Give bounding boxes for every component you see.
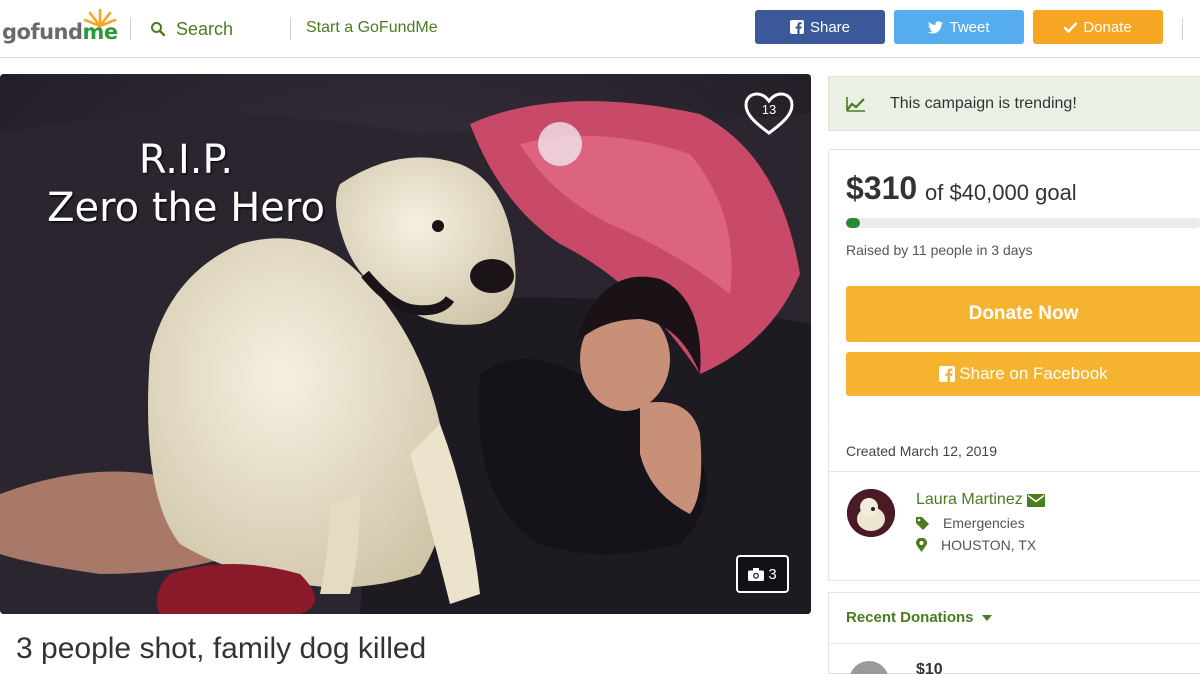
trending-text: This campaign is trending!: [890, 94, 1077, 112]
photo-gallery-button[interactable]: 3: [736, 555, 789, 593]
share-label: Share: [809, 18, 851, 36]
tweet-button[interactable]: Tweet: [894, 10, 1024, 44]
caret-down-icon: [981, 614, 992, 621]
created-date: Created March 12, 2019: [846, 443, 997, 459]
location-label: HOUSTON, TX: [941, 537, 1037, 553]
goal-text: of $40,000 goal: [925, 180, 1077, 205]
nav-divider: [290, 18, 291, 40]
share-on-facebook-button[interactable]: Share on Facebook: [846, 352, 1200, 396]
trending-banner: This campaign is trending!: [828, 76, 1200, 131]
search-button[interactable]: Search: [150, 16, 233, 42]
category-label[interactable]: Emergencies: [943, 515, 1025, 531]
divider: [829, 643, 1200, 644]
overlay-line-2: Zero the Hero: [47, 185, 325, 231]
recent-donation-amount: $10: [916, 661, 943, 674]
trending-chart-icon: [846, 96, 865, 112]
photo-overlay-text: R.I.P. Zero the Hero: [26, 136, 346, 232]
share-button[interactable]: Share: [755, 10, 885, 44]
search-label: Search: [176, 18, 234, 39]
avatar-image: [847, 489, 895, 537]
progress-bar: [846, 218, 1200, 228]
overlay-line-1: R.I.P.: [138, 137, 234, 183]
envelope-icon[interactable]: [1026, 493, 1045, 507]
tweet-label: Tweet: [949, 18, 990, 36]
fundraising-card: $310 of $40,000 goal Raised by 11 people…: [828, 149, 1200, 429]
photo-count-label: 3: [768, 565, 777, 583]
location-row: HOUSTON, TX: [916, 537, 1036, 553]
recent-donations-card: Recent Donations $10: [828, 592, 1200, 674]
organizer-card: Created March 12, 2019 Laura Martinez Em…: [828, 427, 1200, 581]
organizer-avatar[interactable]: [847, 489, 895, 537]
donor-avatar: [849, 661, 889, 674]
organizer-name: Laura Martinez: [916, 491, 1023, 508]
logo-wordmark: gofundme: [2, 20, 118, 44]
campaign-title: 3 people shot, family dog killed: [16, 632, 427, 665]
recent-donations-toggle[interactable]: Recent Donations: [846, 609, 992, 626]
share-on-facebook-label: Share on Facebook: [959, 364, 1108, 383]
facebook-icon: [939, 366, 956, 382]
map-pin-icon: [916, 538, 927, 552]
nav-divider: [1182, 18, 1183, 40]
organizer-name-link[interactable]: Laura Martinez: [916, 491, 1045, 509]
heart-count: 13: [761, 102, 777, 117]
donate-now-button[interactable]: Donate Now: [846, 286, 1200, 342]
donate-button[interactable]: Donate: [1033, 10, 1163, 44]
raised-by-text: Raised by 11 people in 3 days: [846, 242, 1033, 258]
progress-bar-fill: [846, 218, 860, 228]
checkmark-icon: [1064, 21, 1078, 33]
twitter-icon: [928, 20, 944, 33]
divider: [829, 471, 1200, 472]
category-row: Emergencies: [916, 515, 1025, 531]
donate-label: Donate: [1083, 18, 1132, 36]
recent-donations-label: Recent Donations: [846, 609, 974, 626]
nav-divider: [130, 18, 131, 40]
facebook-icon: [789, 20, 804, 34]
top-nav: gofundme Search Start a GoFundMe Share T…: [0, 0, 1200, 58]
start-gofundme-link[interactable]: Start a GoFundMe: [306, 19, 438, 37]
tag-icon: [916, 516, 929, 530]
camera-icon: [748, 567, 765, 581]
search-icon: [151, 22, 166, 37]
raised-amount: $310: [846, 170, 918, 206]
gofundme-logo[interactable]: gofundme: [2, 6, 120, 46]
